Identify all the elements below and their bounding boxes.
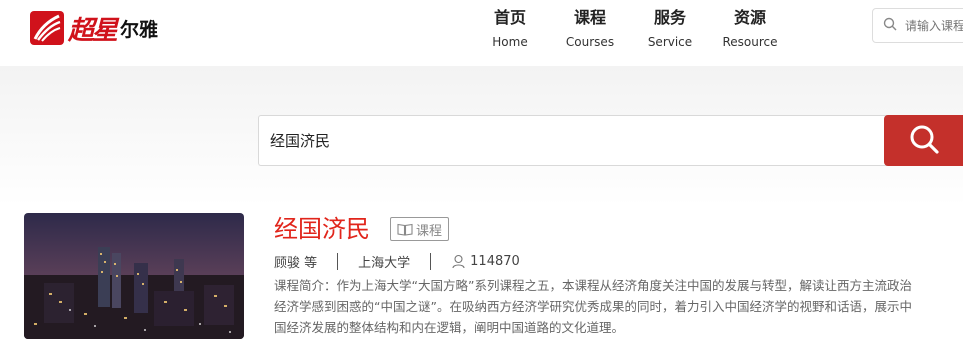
search-icon — [908, 123, 940, 159]
site-header: 超星 尔雅 首页 Home 课程 Courses 服务 Service 资源 R… — [0, 0, 963, 66]
logo-icon — [30, 11, 64, 45]
nav-label-zh: 课程 — [573, 8, 606, 27]
course-meta: 顾骏 等 上海大学 114870 — [274, 252, 520, 271]
nav-label-zh: 服务 — [653, 8, 686, 27]
search-button[interactable] — [884, 115, 963, 166]
course-school[interactable]: 上海大学 — [358, 252, 410, 271]
nav-label-zh: 资源 — [733, 8, 766, 27]
logo-name-text: 尔雅 — [120, 18, 159, 41]
nav-label-en: Home — [492, 35, 528, 49]
nav-label-en: Courses — [565, 35, 615, 49]
course-title[interactable]: 经国济民 — [274, 213, 370, 245]
divider — [430, 253, 432, 270]
course-type-badge: 课程 — [390, 217, 450, 241]
nav-label-en: Service — [647, 35, 693, 49]
nav-item-home[interactable]: 首页 Home — [470, 8, 550, 50]
main-search-input[interactable] — [270, 131, 870, 150]
logo[interactable]: 超星 尔雅 — [30, 8, 180, 48]
search-icon[interactable] — [883, 16, 897, 35]
nav-label-en: Resource — [722, 35, 778, 49]
main-search-field — [258, 115, 898, 166]
nav-label-zh: 首页 — [493, 8, 526, 27]
header-search — [872, 8, 963, 43]
nav-item-courses[interactable]: 课程 Courses — [550, 8, 630, 50]
nav-item-service[interactable]: 服务 Service — [630, 8, 710, 50]
course-result: 经国济民 课程 顾骏 等 上海大学 114870 课程简介：作为上海大学“大国方… — [24, 213, 963, 343]
course-teacher[interactable]: 顾骏 等 — [274, 252, 317, 271]
user-icon — [451, 254, 466, 269]
logo-script-text: 超星 — [68, 15, 118, 46]
course-view-count: 114870 — [470, 254, 520, 269]
main-nav: 首页 Home 课程 Courses 服务 Service 资源 Resourc… — [470, 8, 790, 50]
course-thumbnail[interactable] — [24, 213, 244, 339]
course-description: 课程简介：作为上海大学“大国方略”系列课程之五，本课程从经济角度关注中国的发展与… — [274, 278, 912, 335]
course-title-row: 经国济民 课程 — [274, 213, 450, 245]
course-type-label: 课程 — [416, 223, 443, 239]
book-icon — [397, 223, 413, 236]
divider — [337, 253, 339, 270]
nav-item-resource[interactable]: 资源 Resource — [710, 8, 790, 50]
header-search-input[interactable] — [905, 18, 963, 33]
